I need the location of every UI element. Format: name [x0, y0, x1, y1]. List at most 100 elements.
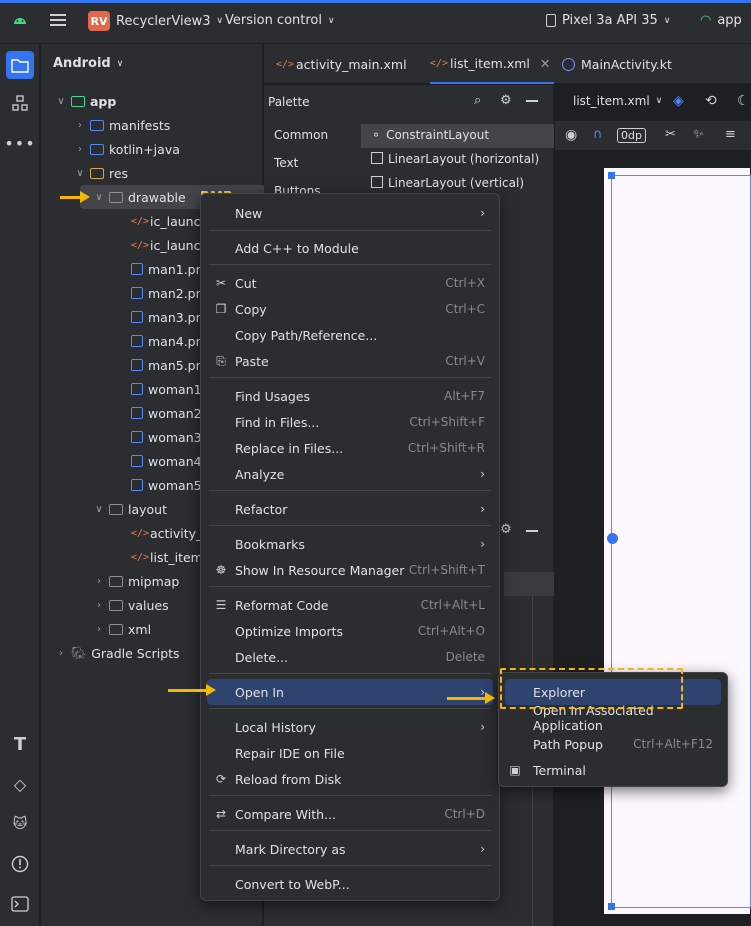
menu-item-reload-from-disk[interactable]: ⟳ Reload from Disk: [207, 766, 493, 792]
chevron-down-icon: ∨: [663, 15, 671, 26]
menu-item-delete[interactable]: Delete... Delete: [207, 644, 493, 670]
tree-item-app[interactable]: ∨ app: [56, 89, 116, 113]
menu-item-show-in-resource-manager[interactable]: ☸︎ Show In Resource Manager Ctrl+Shift+T: [207, 557, 493, 583]
gear-icon[interactable]: ⚙: [500, 93, 512, 108]
minimize-icon[interactable]: [526, 530, 538, 532]
infer-constraints-icon[interactable]: ✨︎: [693, 127, 704, 142]
palette-item[interactable]: LinearLayout (horizontal): [371, 152, 539, 166]
gem-icon[interactable]: ◇: [8, 772, 32, 796]
tree-item-gradle-scripts[interactable]: › 🐘︎ Gradle Scripts: [56, 641, 180, 665]
tree-item-file[interactable]: man2.pnc: [131, 281, 210, 305]
tab-main-activity[interactable]: MainActivity.kt: [562, 44, 672, 84]
tree-item-xml[interactable]: › xml: [94, 617, 151, 641]
rotate-icon[interactable]: ⟲: [705, 93, 717, 109]
menu-item-add-cpp[interactable]: Add C++ to Module: [207, 235, 493, 261]
tree-item-file[interactable]: woman5.: [131, 473, 206, 497]
project-selector[interactable]: RV RecyclerView3 ∨: [88, 11, 223, 31]
palette-item[interactable]: LinearLayout (vertical): [371, 176, 524, 190]
tree-label: woman2.: [148, 405, 206, 421]
search-icon[interactable]: ⌕: [474, 93, 481, 108]
tree-item-drawable[interactable]: ∨ drawable: [94, 185, 185, 209]
tree-item-values[interactable]: › values: [94, 593, 169, 617]
tree-item-manifests[interactable]: › manifests: [75, 113, 170, 137]
project-tool-icon[interactable]: [6, 51, 34, 79]
annotation-arrow: [168, 684, 216, 696]
tree-item-mipmap[interactable]: › mipmap: [94, 569, 179, 593]
close-icon[interactable]: ✕: [540, 56, 550, 71]
vcs-label: Version control: [225, 13, 322, 28]
palette-item[interactable]: ⚬ ConstraintLayout: [371, 128, 489, 142]
vcs-selector[interactable]: Version control ∨: [225, 13, 335, 28]
tree-item-file[interactable]: man4.pnc: [131, 329, 210, 353]
menu-item-path-popup[interactable]: Path Popup Ctrl+Alt+F12: [505, 731, 721, 757]
tree-item-file[interactable]: </> ic_launch: [131, 209, 208, 233]
menu-item-refactor[interactable]: Refactor ›: [207, 496, 493, 522]
reformat-icon: ☰: [215, 598, 227, 612]
align-icon[interactable]: ≡: [725, 127, 736, 142]
menu-item-reformat-code[interactable]: ☰ Reformat Code Ctrl+Alt+L: [207, 592, 493, 618]
menu-item-new[interactable]: New ›: [207, 200, 493, 226]
palette-category[interactable]: Text: [274, 156, 298, 170]
tree-item-kotlin-java[interactable]: › kotlin+java: [75, 137, 180, 161]
menu-item-repair-ide[interactable]: Repair IDE on File: [207, 740, 493, 766]
structure-tool-icon[interactable]: [8, 91, 32, 115]
tree-item-file[interactable]: man1.pnc: [131, 257, 210, 281]
resize-handle[interactable]: [608, 903, 615, 910]
more-tools-icon[interactable]: •••: [4, 131, 34, 155]
menu-item-optimize-imports[interactable]: Optimize Imports Ctrl+Alt+O: [207, 618, 493, 644]
image-file-icon: [131, 311, 143, 323]
eye-icon[interactable]: ◉: [565, 127, 577, 143]
menu-item-copy[interactable]: ❐ Copy Ctrl+C: [207, 296, 493, 322]
tree-item-layout[interactable]: ∨ layout: [94, 497, 167, 521]
project-view-selector[interactable]: Android ∨: [53, 56, 123, 71]
gear-icon[interactable]: ⚙: [500, 522, 512, 537]
chevron-down-icon: ∨: [57, 95, 65, 107]
tree-item-res[interactable]: ∨ res: [75, 161, 128, 185]
tree-item-file[interactable]: woman4.: [131, 449, 206, 473]
tree-item-file[interactable]: </> activity_n: [131, 521, 210, 545]
tree-item-file[interactable]: woman1.: [131, 377, 206, 401]
menu-item-find-usages[interactable]: Find Usages Alt+F7: [207, 383, 493, 409]
cat-icon[interactable]: 🐱︎: [8, 812, 32, 836]
menu-item-convert-to-webp[interactable]: Convert to WebP...: [207, 871, 493, 897]
run-config-selector[interactable]: ◠ app: [700, 13, 742, 28]
night-mode-icon[interactable]: ☾: [737, 93, 750, 109]
menu-item-mark-directory[interactable]: Mark Directory as ›: [207, 836, 493, 862]
menu-item-compare-with[interactable]: ⇄ Compare With... Ctrl+D: [207, 801, 493, 827]
menu-item-open-in[interactable]: Open In ›: [207, 679, 493, 705]
menu-item-bookmarks[interactable]: Bookmarks ›: [207, 531, 493, 557]
tree-item-file[interactable]: man5.pnc: [131, 353, 210, 377]
menu-item-paste[interactable]: ⎘ Paste Ctrl+V: [207, 348, 493, 374]
tab-activity-main[interactable]: </> activity_main.xml: [276, 44, 407, 84]
menu-item-find-in-files[interactable]: Find in Files... Ctrl+Shift+F: [207, 409, 493, 435]
device-selector[interactable]: Pixel 3a API 35 ∨: [546, 13, 670, 28]
tab-list-item[interactable]: </> list_item.xml ✕: [430, 44, 555, 84]
main-menu-icon[interactable]: [50, 13, 66, 27]
palette-category[interactable]: Common: [274, 128, 328, 142]
clear-constraints-icon[interactable]: ✂: [665, 127, 676, 142]
terminal-tool-icon[interactable]: [8, 892, 32, 916]
folder-icon: [109, 191, 123, 203]
minimize-icon[interactable]: [526, 100, 538, 102]
tree-item-file[interactable]: man3.pnc: [131, 305, 210, 329]
menu-item-local-history[interactable]: Local History ›: [207, 714, 493, 740]
tree-item-file[interactable]: woman2.: [131, 401, 206, 425]
resize-handle[interactable]: [608, 172, 615, 179]
constraint-anchor[interactable]: [607, 533, 618, 544]
menu-item-copy-path[interactable]: Copy Path/Reference...: [207, 322, 493, 348]
selected-layout-bounds: [611, 175, 751, 908]
magnet-icon[interactable]: ∩: [593, 127, 603, 142]
menu-item-analyze[interactable]: Analyze ›: [207, 461, 493, 487]
folder-icon: [109, 623, 123, 635]
menu-item-replace-in-files[interactable]: Replace in Files... Ctrl+Shift+R: [207, 435, 493, 461]
menu-item-cut[interactable]: ✂ Cut Ctrl+X: [207, 270, 493, 296]
tree-item-file[interactable]: </> ic_launch: [131, 233, 208, 257]
tree-item-file[interactable]: woman3.: [131, 425, 206, 449]
chevron-right-icon: ›: [480, 720, 485, 734]
menu-item-terminal[interactable]: ▣ Terminal: [505, 757, 721, 783]
problems-icon[interactable]: [8, 852, 32, 876]
default-margin-field[interactable]: 0dp: [617, 128, 646, 143]
layers-icon[interactable]: ◈: [673, 93, 684, 109]
text-tool-icon[interactable]: T: [8, 732, 32, 756]
layout-file-selector[interactable]: list_item.xml ∨: [573, 94, 662, 108]
